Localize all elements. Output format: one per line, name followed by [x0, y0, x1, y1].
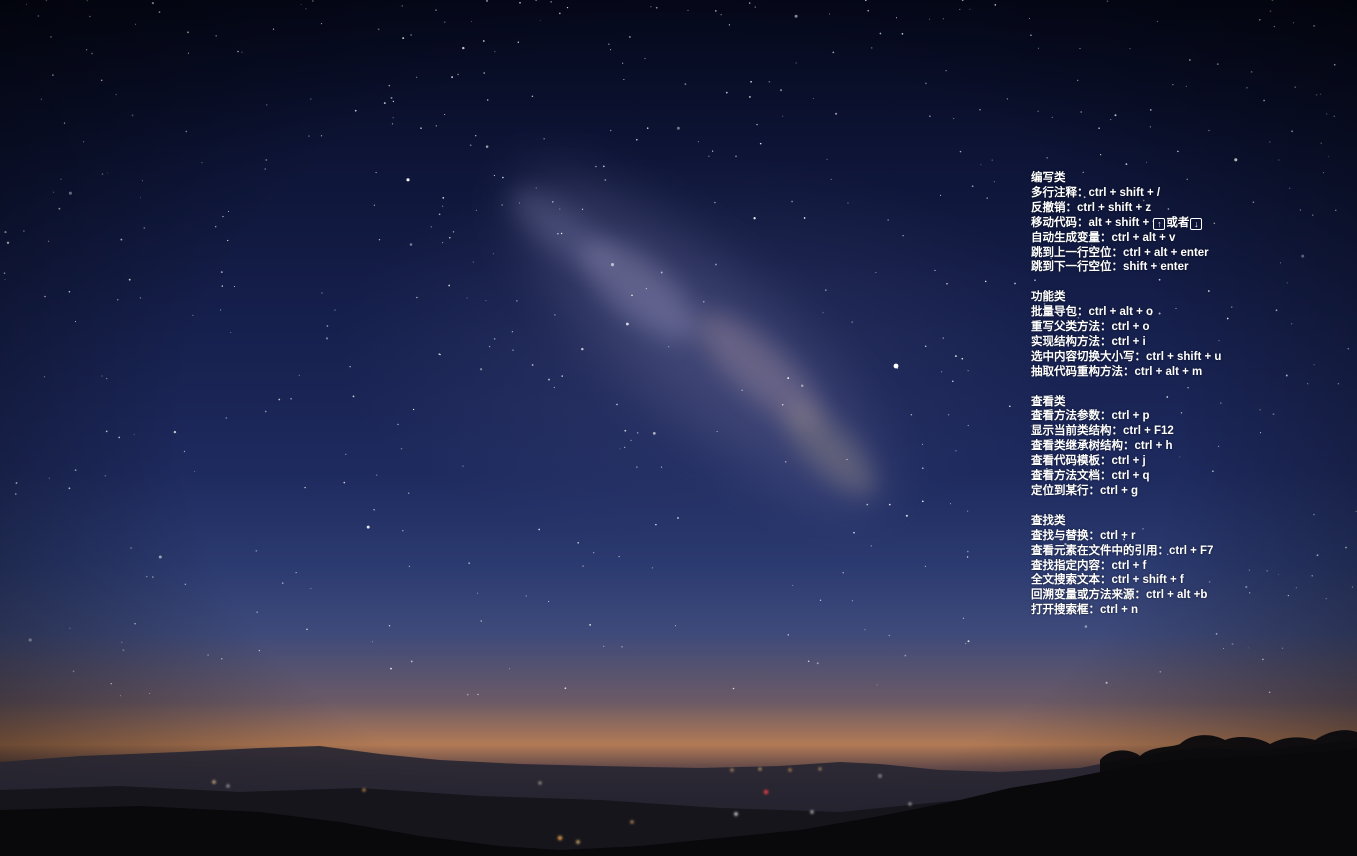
- shortcut-item: 抽取代码重构方法：ctrl + alt + m: [1031, 365, 1203, 378]
- shortcut-item: 自动生成变量：ctrl + alt + v: [1031, 231, 1176, 244]
- shortcut-item-move-code: 移动代码：alt + shift + ↑ 或者 ↓: [1031, 216, 1331, 231]
- shortcut-item: 实现结构方法：ctrl + i: [1031, 335, 1146, 348]
- shortcut-item: 跳到下一行空位：shift + enter: [1031, 261, 1189, 274]
- shortcut-item: 回溯变量或方法来源：ctrl + alt +b: [1031, 589, 1208, 602]
- shortcut-item: 查找与替换：ctrl + r: [1031, 529, 1136, 542]
- move-code-or: 或者: [1166, 216, 1190, 229]
- section-title: 查看类: [1031, 395, 1066, 408]
- section-writing: 编写类 多行注释：ctrl + shift + / 反撤销：ctrl + shi…: [1031, 171, 1331, 275]
- shortcut-item: 查看元素在文件中的引用：ctrl + F7: [1031, 544, 1214, 557]
- arrow-up-icon: ↑: [1153, 217, 1166, 230]
- section-find: 查找类 查找与替换：ctrl + r 查看元素在文件中的引用：ctrl + F7…: [1031, 514, 1331, 618]
- shortcut-item: 定位到某行：ctrl + g: [1031, 485, 1139, 497]
- shortcut-item: 多行注释：ctrl + shift + /: [1031, 186, 1161, 199]
- shortcut-item: 查看代码模板：ctrl + j: [1031, 455, 1146, 468]
- shortcut-item: 全文搜索文本：ctrl + shift + f: [1031, 574, 1184, 587]
- shortcut-item: 打开搜索框：ctrl + n: [1031, 604, 1139, 617]
- section-function: 功能类 批量导包：ctrl + alt + o 重写父类方法：ctrl + o …: [1031, 290, 1331, 379]
- shortcut-item: 跳到上一行空位：ctrl + alt + enter: [1031, 246, 1209, 259]
- shortcut-item: 查找指定内容：ctrl + f: [1031, 559, 1147, 572]
- section-title: 功能类: [1031, 291, 1066, 304]
- shortcut-item: 查看方法文档：ctrl + q: [1031, 470, 1150, 483]
- section-title: 编写类: [1031, 172, 1066, 184]
- shortcut-item: 批量导包：ctrl + alt + o: [1031, 306, 1154, 319]
- arrow-down-icon: ↓: [1190, 217, 1203, 230]
- shortcut-item: 查看类继承树结构：ctrl + h: [1031, 440, 1173, 453]
- shortcut-item: 查看方法参数：ctrl + p: [1031, 410, 1150, 423]
- section-title: 查找类: [1031, 514, 1066, 527]
- shortcut-item: 反撤销：ctrl + shift + z: [1031, 201, 1152, 214]
- move-code-prefix: 移动代码：alt + shift +: [1031, 216, 1153, 229]
- shortcut-item: 显示当前类结构：ctrl + F12: [1031, 425, 1174, 438]
- section-view: 查看类 查看方法参数：ctrl + p 显示当前类结构：ctrl + F12 查…: [1031, 395, 1331, 499]
- shortcut-item: 选中内容切换大小写：ctrl + shift + u: [1031, 350, 1222, 363]
- shortcut-item: 重写父类方法：ctrl + o: [1031, 321, 1150, 334]
- shortcut-cheatsheet: 编写类 多行注释：ctrl + shift + / 反撤销：ctrl + shi…: [1031, 171, 1331, 633]
